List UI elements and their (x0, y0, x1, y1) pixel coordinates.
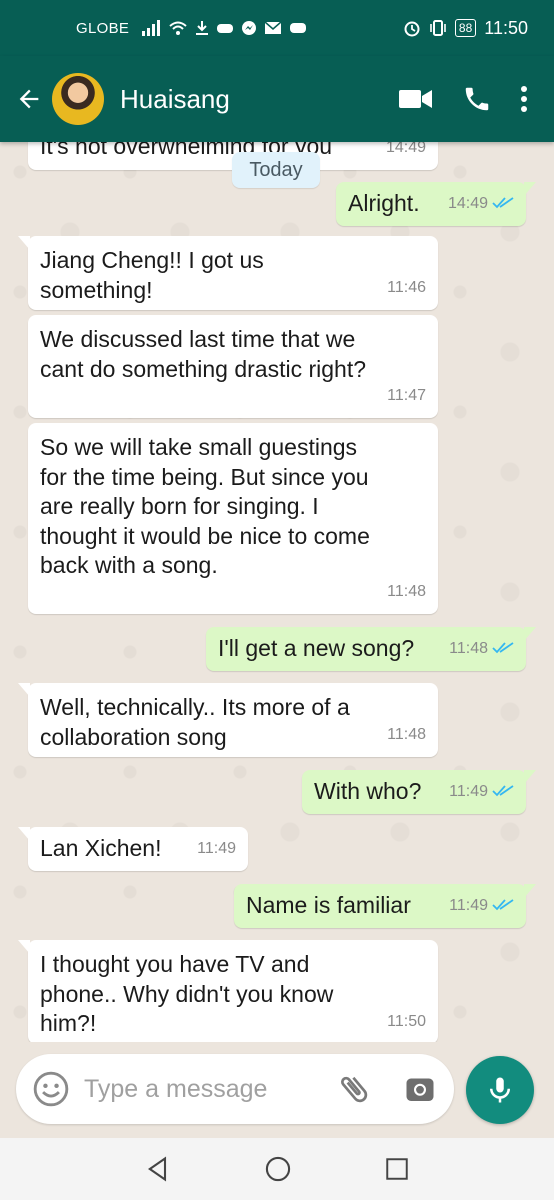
emoji-icon[interactable] (32, 1070, 70, 1108)
message-time: 11:48 (387, 582, 426, 600)
message-text: So we will take small guestings for the … (40, 434, 370, 578)
vibrate-icon (430, 20, 446, 36)
mail-icon (264, 21, 282, 34)
nav-recents-icon[interactable] (384, 1156, 410, 1182)
discord-icon (290, 23, 307, 33)
message-outgoing[interactable]: I'll get a new song? 11:48 (206, 627, 536, 671)
carrier-label: GLOBE (76, 19, 130, 37)
message-incoming[interactable]: I thought you have TV and phone.. Why di… (18, 940, 438, 1042)
message-time: 11:48 (449, 639, 488, 657)
video-call-icon[interactable] (398, 86, 434, 112)
message-time: 11:49 (197, 839, 236, 857)
microphone-icon (490, 1077, 510, 1103)
message-text: I thought you have TV and phone.. Why di… (40, 951, 334, 1036)
message-incoming[interactable]: So we will take small guestings for the … (28, 423, 438, 614)
chat-header: Huaisang (0, 56, 554, 142)
message-text: Well, technically.. Its more of a collab… (40, 694, 350, 750)
phone-call-icon[interactable] (462, 84, 492, 114)
arrow-left-icon (19, 89, 39, 109)
message-incoming[interactable]: Lan Xichen! 11:49 (18, 827, 248, 871)
game-controller-icon (217, 24, 234, 33)
message-time: 11:49 (449, 782, 488, 800)
message-input[interactable] (84, 1074, 324, 1104)
message-incoming[interactable]: We discussed last time that we cant do s… (28, 315, 438, 418)
voice-message-button[interactable] (466, 1056, 534, 1124)
message-time: 11:47 (387, 386, 426, 404)
nav-home-icon[interactable] (264, 1155, 292, 1183)
camera-icon[interactable] (402, 1071, 438, 1107)
message-outgoing[interactable]: With who? 11:49 (302, 770, 536, 814)
battery-indicator: 88 (454, 19, 477, 37)
message-outgoing[interactable]: Name is familiar 11:49 (234, 884, 536, 928)
nav-back-icon[interactable] (144, 1155, 172, 1183)
message-time: 14:49 (385, 142, 426, 156)
message-time: 14:49 (447, 194, 488, 212)
header-actions (398, 84, 554, 114)
message-input-container[interactable] (16, 1054, 454, 1124)
message-outgoing[interactable]: Alright. 14:49 (336, 182, 536, 226)
message-time: 11:49 (449, 896, 488, 914)
signal-icon (142, 20, 161, 36)
message-time: 11:46 (387, 278, 426, 296)
status-right: 88 11:50 (403, 18, 528, 39)
back-button[interactable] (6, 76, 52, 122)
message-incoming[interactable]: Well, technically.. Its more of a collab… (18, 683, 438, 757)
composer (0, 1042, 554, 1138)
avatar[interactable] (52, 73, 104, 125)
date-divider: Today (232, 152, 320, 188)
system-nav-bar (0, 1138, 554, 1200)
download-icon (196, 21, 209, 35)
message-text: We discussed last time that we cant do s… (40, 326, 367, 382)
message-time: 11:50 (387, 1012, 426, 1030)
status-icons (141, 20, 307, 36)
read-receipt-icon (492, 197, 514, 209)
status-bar: GLOBE 88 11:50 (0, 0, 554, 56)
wifi-icon (169, 21, 187, 35)
clock: 11:50 (484, 17, 528, 38)
message-time: 11:48 (387, 725, 426, 743)
read-receipt-icon (492, 899, 514, 911)
message-list[interactable]: It's not overwhelming for you 14:49 Toda… (0, 142, 554, 1042)
alarm-icon (404, 21, 420, 37)
more-options-icon[interactable] (520, 85, 528, 113)
message-text: Jiang Cheng!! I got us something! (40, 247, 264, 303)
message-incoming[interactable]: Jiang Cheng!! I got us something! 11:46 (18, 236, 438, 310)
read-receipt-icon (492, 642, 514, 654)
attachment-icon[interactable] (336, 1071, 372, 1107)
contact-name[interactable]: Huaisang (120, 84, 230, 115)
read-receipt-icon (492, 785, 514, 797)
messenger-icon (242, 21, 257, 35)
